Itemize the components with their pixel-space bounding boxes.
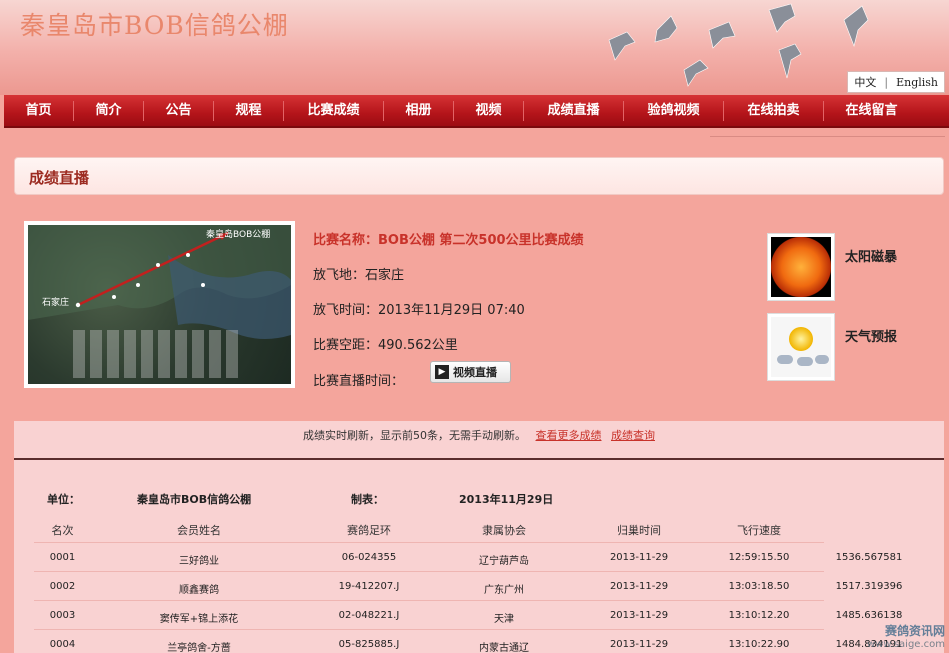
cell-rank: 0004 [49,639,76,650]
col-rank: 名次 [51,524,74,537]
col-association: 隶属协会 [482,524,526,537]
race-name: 比赛名称：BOB公棚 第二次500公里比赛成绩 [313,233,584,248]
nav-item-rules[interactable]: 规程 [214,100,284,121]
results-divider [14,458,944,460]
cell-date: 2013-11-29 [609,581,669,592]
header-rule [710,136,945,137]
nav-item-album[interactable]: 相册 [384,100,454,121]
col-arrival-time: 归巢时间 [617,524,661,537]
cell-time: 13:10:22.90 [728,639,790,650]
nav-item-live-results[interactable]: 成绩直播 [524,100,624,121]
main-nav: 首页 简介 公告 规程 比赛成绩 相册 视频 成绩直播 验鸽视频 在线拍卖 在线… [4,95,949,128]
nav-item-home[interactable]: 首页 [4,100,74,121]
header-row-line [34,542,824,543]
cell-rank: 0003 [49,610,76,621]
col-speed: 飞行速度 [737,524,781,537]
row-line [34,629,824,630]
results-panel: 成绩实时刷新，显示前50条，无需手动刷新。 查看更多成绩 成绩查询 单位： 秦皇… [14,421,944,653]
cell-time: 13:03:18.50 [728,581,790,592]
cell-time: 13:10:12.20 [728,610,790,621]
cell-date: 2013-11-29 [609,610,669,621]
nav-item-inspection-video[interactable]: 验鸽视频 [624,100,724,121]
weather-forecast-link[interactable]: 天气预报 [845,326,897,345]
cell-member: 顺鑫赛鸽 [179,585,219,596]
made-value: 2013年11月29日 [459,493,554,506]
cell-member: 窦传军+锦上添花 [159,614,239,625]
cell-time: 12:59:15.50 [728,552,790,563]
language-switcher: 中文 | English [847,71,945,93]
cell-ring: 05-825885.J [338,639,400,650]
nav-item-intro[interactable]: 简介 [74,100,144,121]
cell-member: 兰亭鸽舍-方蔷 [167,643,231,653]
cell-association: 广东广州 [484,585,524,596]
cell-speed: 1517.319396 [835,581,903,592]
lang-chinese-link[interactable]: 中文 [854,74,876,90]
results-note: 成绩实时刷新，显示前50条，无需手动刷新。 查看更多成绩 成绩查询 [14,427,944,443]
cell-speed: 1485.636138 [835,610,903,621]
lang-english-link[interactable]: English [896,76,938,89]
watermark-url: www.saige.com [867,639,945,650]
release-place: 放飞地：石家庄 [313,268,405,283]
section-header: 成绩直播 [14,157,944,195]
cell-association: 内蒙古通辽 [479,643,529,653]
site-title: 秦皇岛市BOB信鸽公棚 [20,11,289,40]
cell-member: 三好鸽业 [179,556,219,567]
site-watermark: 赛鸽资讯网 www.saige.com [867,622,945,650]
live-time-label: 比赛直播时间： [313,374,405,389]
unit-value: 秦皇岛市BOB信鸽公棚 [137,493,252,506]
cell-ring: 02-048221.J [338,610,400,621]
cell-date: 2013-11-29 [609,639,669,650]
unit-label: 单位： [47,493,80,506]
solar-storm-image[interactable] [767,233,835,301]
map-label-origin: 石家庄 [42,298,70,308]
video-live-button[interactable]: ▶ 视频直播 [430,361,511,383]
site-header: 秦皇岛市BOB信鸽公棚 中文 | English [0,0,949,95]
weather-forecast-image[interactable] [767,313,835,381]
race-distance: 比赛空距：490.562公里 [313,338,458,353]
watermark-title: 赛鸽资讯网 [884,624,945,638]
col-ring: 赛鸽足环 [347,524,391,537]
cell-rank: 0001 [49,552,76,563]
section-title: 成绩直播 [29,169,90,187]
cell-association: 辽宁葫芦岛 [479,556,529,567]
cell-rank: 0002 [49,581,76,592]
results-note-text: 成绩实时刷新，显示前50条，无需手动刷新。 [303,429,526,442]
nav-item-auction[interactable]: 在线拍卖 [724,100,824,121]
cell-ring: 19-412207.J [338,581,400,592]
map-label-destination: 秦皇岛BOB公棚 [206,230,271,240]
play-arrow-icon: ▶ [435,365,449,379]
nav-item-notice[interactable]: 公告 [144,100,214,121]
row-line [34,571,824,572]
cell-date: 2013-11-29 [609,552,669,563]
cell-speed: 1536.567581 [835,552,903,563]
nav-item-video[interactable]: 视频 [454,100,524,121]
video-live-label: 视频直播 [453,366,497,379]
nav-item-guestbook[interactable]: 在线留言 [824,101,919,121]
release-time: 放飞时间：2013年11月29日 07:40 [313,303,525,318]
cell-association: 天津 [494,614,514,625]
solar-storm-link[interactable]: 太阳磁暴 [845,246,897,265]
nav-item-race-results[interactable]: 比赛成绩 [284,100,384,121]
cell-ring: 06-024355 [341,552,397,563]
race-map-image[interactable]: 秦皇岛BOB公棚 石家庄 [24,221,295,388]
col-member: 会员姓名 [177,524,221,537]
race-map: 秦皇岛BOB公棚 石家庄 [28,225,291,384]
more-results-link[interactable]: 查看更多成绩 [536,429,602,442]
results-query-link[interactable]: 成绩查询 [611,429,655,442]
row-line [34,600,824,601]
made-label: 制表： [351,493,384,506]
